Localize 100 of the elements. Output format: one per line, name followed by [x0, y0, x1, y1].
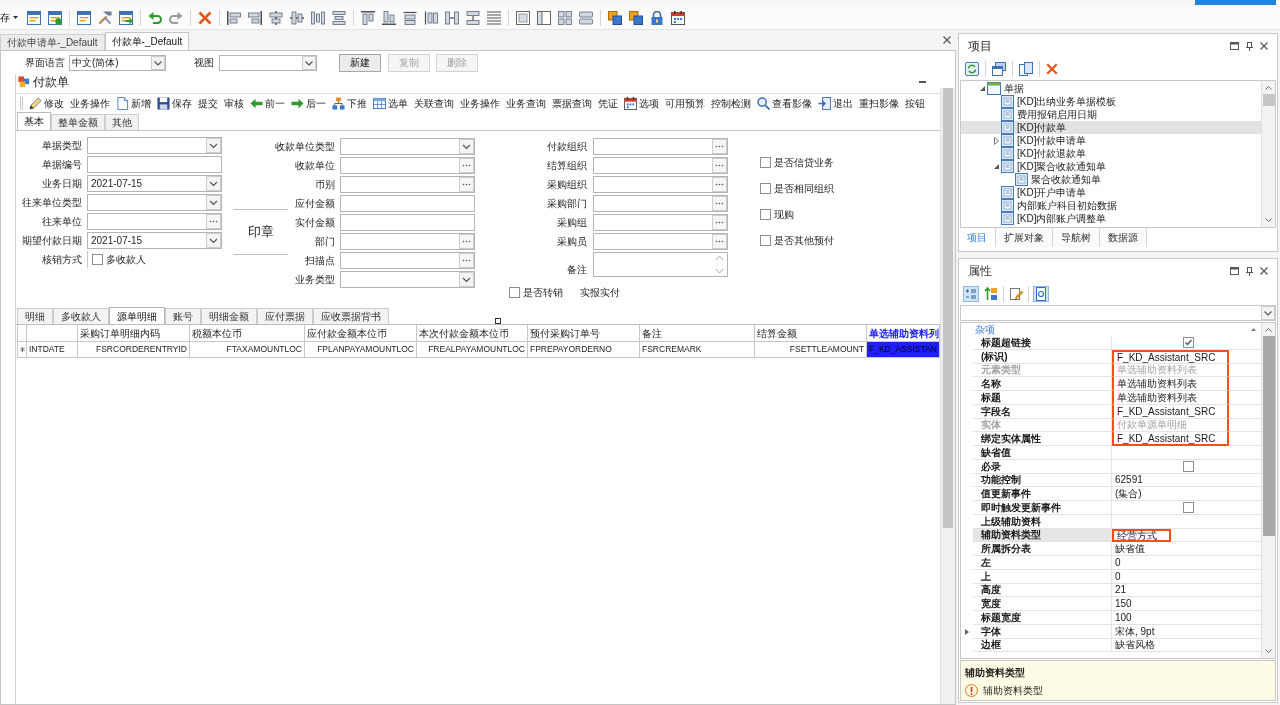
property-value-cell[interactable]: 经营方式: [1112, 528, 1171, 543]
scrollbar-thumb[interactable]: [943, 88, 953, 528]
stamp-field[interactable]: 印章: [233, 209, 288, 255]
property-value-cell[interactable]: 单选辅助资料列表: [1112, 377, 1230, 391]
property-value-cell[interactable]: F_KD_Assistant_SRC: [1112, 349, 1230, 364]
toolbar-button[interactable]: 业务查询: [506, 94, 546, 112]
column-header[interactable]: 结算金额: [755, 325, 867, 341]
categorized-list-icon[interactable]: [963, 286, 979, 302]
scrollbar-thumb[interactable]: [1262, 336, 1275, 536]
property-value-cell[interactable]: 21: [1112, 583, 1261, 598]
tree-item[interactable]: [KD]付款退款单: [961, 147, 1261, 160]
property-value-cell[interactable]: 0: [1112, 556, 1261, 570]
property-name-cell[interactable]: 上级辅助资料: [973, 514, 1112, 529]
lookup-field[interactable]: [593, 138, 728, 155]
tab[interactable]: 账号: [165, 308, 201, 324]
property-name-cell[interactable]: 值更新事件: [973, 487, 1112, 501]
align-right-icon[interactable]: [248, 10, 262, 25]
property-name-cell[interactable]: 即时触发更新事件: [973, 501, 1112, 515]
toolbar-button[interactable]: 审核: [224, 94, 244, 112]
property-value-cell[interactable]: 缺省值: [1112, 542, 1261, 556]
property-value-cell[interactable]: 缺省风格: [1112, 638, 1261, 653]
property-value-cell[interactable]: F_KD_Assistant_SRC: [1112, 404, 1230, 419]
toolbar-button[interactable]: 凭证: [598, 94, 618, 112]
tree-item[interactable]: [KD]开户申请单: [961, 186, 1261, 199]
caret-down-icon[interactable]: [980, 86, 985, 91]
dropdown-field[interactable]: [87, 137, 222, 154]
checkbox[interactable]: [760, 183, 771, 194]
maximize-icon[interactable]: [1230, 267, 1239, 275]
property-value-cell[interactable]: F_KD_Assistant_SRC: [1112, 432, 1230, 446]
spacing-vertical-icon[interactable]: [466, 10, 480, 25]
dropdown-field[interactable]: [87, 194, 222, 211]
tab[interactable]: 基本: [17, 112, 51, 130]
tree-item[interactable]: 费用报销启用日期: [961, 108, 1261, 121]
tree-item[interactable]: [KD]聚合收款通知单: [961, 160, 1261, 173]
tree-item[interactable]: [KD]付款单: [961, 121, 1261, 134]
layers-icon[interactable]: [629, 10, 643, 25]
toolbar-button[interactable]: 查看影像: [757, 94, 812, 112]
new-button[interactable]: 新建: [339, 53, 381, 72]
checkbox[interactable]: [760, 157, 771, 168]
dropdown-field[interactable]: 2021-07-15: [87, 175, 222, 192]
caret-right-icon[interactable]: [965, 628, 969, 635]
property-name-cell[interactable]: 宽度: [973, 597, 1112, 611]
property-name-cell[interactable]: 字段名: [973, 404, 1112, 419]
dropdown-field[interactable]: 2021-07-15: [87, 232, 222, 249]
maximize-icon[interactable]: [1230, 42, 1239, 50]
tree-item[interactable]: [KD]付款申请单: [961, 134, 1261, 147]
tab[interactable]: 源单明细: [109, 307, 165, 324]
page-pencil-icon[interactable]: [1008, 286, 1024, 302]
checkbox[interactable]: [509, 286, 520, 298]
tab[interactable]: 应收票据背书: [313, 308, 389, 324]
column-header[interactable]: 采购订单明细内码: [78, 325, 190, 341]
property-name-cell[interactable]: 边框: [973, 638, 1112, 653]
chevron-down-icon[interactable]: [1265, 649, 1272, 653]
property-name-cell[interactable]: 标题: [973, 391, 1112, 405]
toolbar-button[interactable]: 关联查询: [414, 94, 454, 112]
lookup-field[interactable]: [340, 176, 475, 193]
lookup-field[interactable]: [593, 176, 728, 193]
property-name-cell[interactable]: 缺省值: [973, 446, 1112, 460]
align-left-icon[interactable]: [227, 10, 241, 25]
toolbar-button[interactable]: 选项: [624, 94, 659, 112]
tab[interactable]: 多收款人: [53, 308, 109, 324]
chevron-up-icon[interactable]: [1265, 328, 1272, 332]
sort-icon[interactable]: [983, 286, 999, 302]
property-name-cell[interactable]: 所属拆分表: [973, 542, 1112, 556]
refresh-icon[interactable]: [965, 62, 979, 76]
delete-icon[interactable]: [198, 10, 212, 25]
tab[interactable]: 导航树: [1053, 228, 1100, 247]
window-badge-icon[interactable]: [48, 10, 62, 25]
property-name-cell[interactable]: 左: [973, 556, 1112, 570]
layers-icon[interactable]: [608, 10, 622, 25]
column-header[interactable]: 备注: [640, 325, 755, 341]
tab[interactable]: 其他: [105, 114, 139, 130]
caret-right-icon[interactable]: [994, 136, 999, 145]
align-top-icon[interactable]: [361, 10, 375, 25]
toolbar-button[interactable]: 新增: [116, 94, 151, 112]
tree-item[interactable]: 单据: [961, 82, 1261, 95]
copy-icon[interactable]: [1019, 62, 1033, 76]
columns-icon[interactable]: [537, 10, 551, 25]
toolbar-button[interactable]: 选单: [373, 94, 408, 112]
close-icon[interactable]: [943, 36, 951, 44]
dropdown-field[interactable]: [340, 271, 475, 288]
property-value-cell[interactable]: 0: [1112, 569, 1261, 584]
toolbar-button[interactable]: 下推: [332, 94, 367, 112]
document-tab[interactable]: 付款申请单-_Default: [0, 34, 105, 50]
tab[interactable]: 应付票据: [257, 308, 313, 324]
chevron-up-icon[interactable]: [1265, 86, 1272, 90]
align-bottom-icon[interactable]: [382, 10, 396, 25]
property-name-cell[interactable]: 上: [973, 569, 1112, 584]
scrollbar[interactable]: [1261, 81, 1275, 227]
property-name-cell[interactable]: 名称: [973, 377, 1112, 391]
align-middle-icon[interactable]: [290, 10, 304, 25]
document-tab[interactable]: 付款单-_Default: [104, 32, 190, 50]
property-value-cell[interactable]: (集合): [1112, 487, 1261, 501]
lookup-field[interactable]: [340, 157, 475, 174]
toolbar-button[interactable]: 可用预算: [665, 94, 705, 112]
tab[interactable]: 数据源: [1100, 228, 1147, 247]
scrollbar[interactable]: [1261, 323, 1275, 658]
memo-field[interactable]: [593, 252, 728, 277]
scrollbar[interactable]: [940, 88, 955, 704]
same-height-icon[interactable]: [424, 10, 438, 25]
